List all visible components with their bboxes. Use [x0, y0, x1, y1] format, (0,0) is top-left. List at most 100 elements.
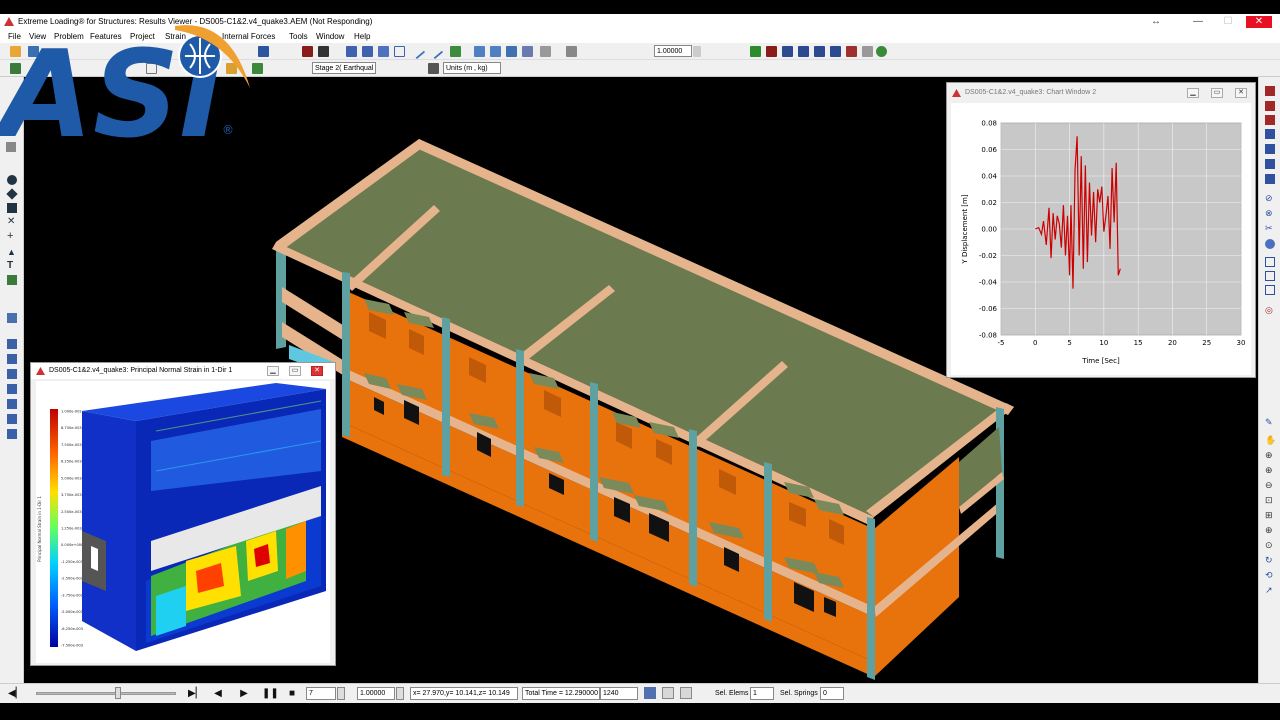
mesh-icon[interactable] [798, 46, 809, 57]
layer-2-icon[interactable] [7, 354, 17, 364]
close-button[interactable]: ✕ [1246, 16, 1272, 28]
diamond-icon[interactable] [6, 188, 18, 200]
record-icon[interactable] [662, 687, 674, 699]
hand-icon[interactable]: ✋ [1265, 435, 1276, 445]
snapshot-icon[interactable] [644, 687, 656, 699]
layer-6-icon[interactable] [7, 414, 17, 424]
zoom-prev-icon[interactable]: ⊙ [1265, 540, 1275, 550]
red-cube-1-icon[interactable] [1265, 86, 1275, 96]
measure-vertical-icon[interactable]: ✎ [1265, 417, 1275, 427]
sel-elems-input[interactable]: 1 [750, 687, 774, 700]
minimize-button[interactable]: — [1190, 16, 1206, 28]
play-back-icon[interactable]: ◀ [212, 688, 224, 700]
cube-outline-icon[interactable] [378, 46, 389, 57]
text-icon[interactable]: T [7, 261, 17, 271]
cross-icon[interactable]: ✕ [7, 217, 17, 227]
red-cube-2-icon[interactable] [1265, 101, 1275, 111]
zoom-out-icon[interactable]: ⊖ [1265, 480, 1275, 490]
measure-icon[interactable] [427, 43, 444, 60]
speed-spinner[interactable] [396, 687, 404, 700]
square-icon[interactable] [7, 203, 17, 213]
zoom-extent-icon[interactable]: ⊕ [1265, 525, 1275, 535]
fork-icon[interactable] [522, 46, 533, 57]
spring-icon[interactable] [490, 46, 501, 57]
section-icon[interactable]: ✂ [1265, 223, 1275, 233]
rewind-icon[interactable]: ◀▏ [8, 688, 23, 700]
scale-spinner[interactable] [693, 46, 701, 57]
stop-button-icon[interactable]: ■ [286, 688, 298, 700]
stack-icon[interactable] [830, 46, 841, 57]
strain-close-button[interactable]: ✕ [311, 366, 323, 376]
frame-2-icon[interactable] [1265, 271, 1275, 281]
model-icon[interactable] [782, 46, 793, 57]
search-icon[interactable] [7, 313, 17, 323]
sel-springs-input[interactable]: 0 [820, 687, 844, 700]
zoom-all-icon[interactable]: ⊞ [1265, 510, 1275, 520]
strain-window[interactable]: DS005-C1&2.v4_quake3: Principal Normal S… [30, 362, 336, 666]
blue-cube-1-icon[interactable] [1265, 129, 1275, 139]
tool-icon[interactable] [506, 46, 517, 57]
units-select[interactable]: Units (m , kg) [443, 62, 501, 74]
chart-maximize-button[interactable]: ▭ [1211, 88, 1223, 98]
plus-icon[interactable]: + [7, 231, 17, 242]
cube-dark-icon[interactable] [318, 46, 329, 57]
triangle-icon[interactable]: ▲ [7, 247, 17, 257]
chart-window[interactable]: DS005-C1&2.v4_quake3: Chart Window 2 ▁ ▭… [946, 82, 1256, 378]
node-icon[interactable] [474, 46, 485, 57]
cubes-icon[interactable] [362, 46, 373, 57]
maximize-button[interactable]: ☐ [1220, 16, 1236, 28]
time-slider[interactable] [36, 692, 176, 695]
strain-minimize-button[interactable]: ▁ [267, 366, 279, 376]
stop-icon[interactable] [766, 46, 777, 57]
menu-tools[interactable]: Tools [289, 32, 308, 41]
grey-box-icon[interactable] [862, 46, 873, 57]
chart-window-titlebar[interactable]: DS005-C1&2.v4_quake3: Chart Window 2 ▁ ▭… [947, 83, 1255, 101]
image-icon[interactable] [7, 275, 17, 285]
frame-1-icon[interactable] [1265, 257, 1275, 267]
hide-icon[interactable]: ⊘ [1265, 193, 1275, 203]
frame-input[interactable]: 7 [306, 687, 336, 700]
blue-cube-4-icon[interactable] [1265, 174, 1275, 184]
strain-contour-plot[interactable]: Principal Normal Strain in 1-Dir 1 1.000… [36, 381, 330, 663]
cube-blue-icon[interactable] [346, 46, 357, 57]
strain-maximize-button[interactable]: ▭ [289, 366, 301, 376]
chart-minimize-button[interactable]: ▁ [1187, 88, 1199, 98]
layer-1-icon[interactable] [7, 339, 17, 349]
layer-3-icon[interactable] [7, 369, 17, 379]
speed-input[interactable]: 1.00000 [357, 687, 395, 700]
view-icon[interactable] [450, 46, 461, 57]
line-icon[interactable] [409, 43, 426, 60]
menu-help[interactable]: Help [354, 32, 370, 41]
layer-7-icon[interactable] [7, 429, 17, 439]
layer-4-icon[interactable] [7, 384, 17, 394]
zoom-in-icon[interactable]: ⊕ [1265, 465, 1275, 475]
gear-icon[interactable] [540, 46, 551, 57]
play-icon[interactable]: ▶ [238, 688, 250, 700]
target-icon[interactable]: ◎ [1265, 305, 1275, 315]
strain-window-titlebar[interactable]: DS005-C1&2.v4_quake3: Principal Normal S… [31, 363, 335, 379]
sphere-icon[interactable] [7, 175, 17, 185]
frame-3-icon[interactable] [1265, 285, 1275, 295]
export-icon[interactable] [680, 687, 692, 699]
scale-input[interactable]: 1.00000 [654, 45, 692, 57]
select-box-icon[interactable] [394, 46, 405, 57]
clip-icon[interactable]: ⊗ [1265, 208, 1275, 218]
globe-icon[interactable] [1265, 239, 1275, 249]
layers-icon[interactable] [814, 46, 825, 57]
zoom-window-icon[interactable]: ⊡ [1265, 495, 1275, 505]
red-cube-3-icon[interactable] [1265, 115, 1275, 125]
step-forward-icon[interactable]: ▶▏ [188, 688, 203, 700]
stage-select[interactable]: Stage 2( Earthqual [312, 62, 376, 74]
pause-button-icon[interactable]: ❚❚ [262, 688, 279, 700]
rotate-z-icon[interactable]: ⟲ [1265, 570, 1275, 580]
layer-5-icon[interactable] [7, 399, 17, 409]
filter-icon[interactable] [566, 46, 577, 57]
time-slider-handle[interactable] [115, 687, 121, 699]
menu-window[interactable]: Window [316, 32, 344, 41]
chart-plot-area[interactable]: -5 0 5 10 15 20 25 30 0.08 0.06 0.04 0.02 0.00 -0.02 -… [951, 103, 1251, 375]
run-icon[interactable] [750, 46, 761, 57]
axis-icon[interactable]: ↗ [1265, 585, 1275, 595]
frame-spinner[interactable] [337, 687, 345, 700]
delete-icon[interactable] [846, 46, 857, 57]
chart-close-button[interactable]: ✕ [1235, 88, 1247, 98]
